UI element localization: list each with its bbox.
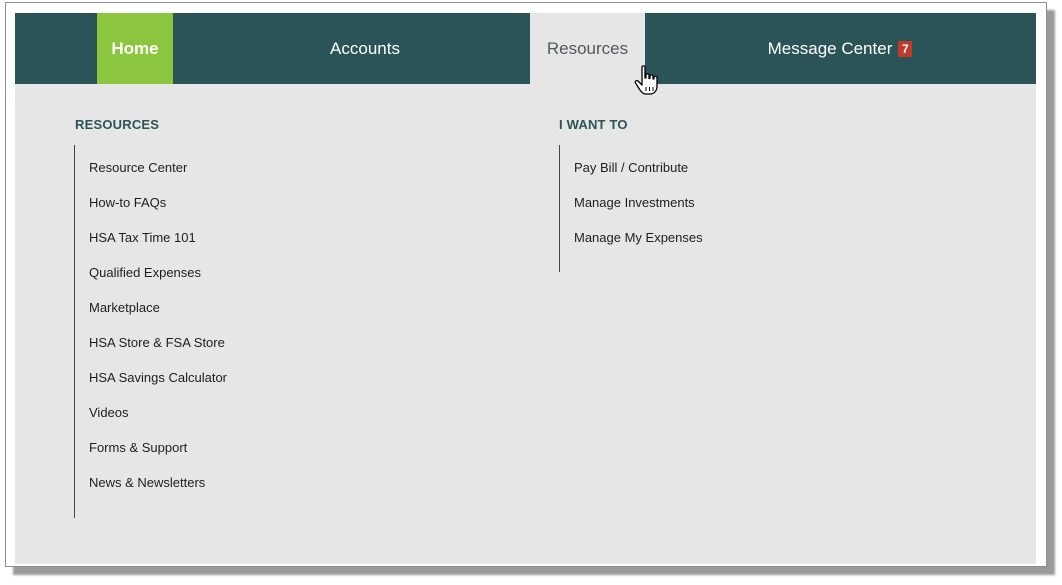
screenshot-frame: Home Accounts Resources Message Center 7… <box>5 2 1047 567</box>
resources-item-qualified-expenses[interactable]: Qualified Expenses <box>75 255 227 290</box>
hand-pointer-icon <box>634 65 658 95</box>
i-want-to-heading: I WANT TO <box>559 117 628 132</box>
i-want-to-item-manage-investments[interactable]: Manage Investments <box>560 185 703 220</box>
resources-dropdown-panel: RESOURCES Resource Center How-to FAQs HS… <box>15 84 1036 564</box>
nav-home-label: Home <box>111 38 159 58</box>
i-want-to-item-pay-bill[interactable]: Pay Bill / Contribute <box>560 150 703 185</box>
resources-item-hsa-savings-calculator[interactable]: HSA Savings Calculator <box>75 360 227 395</box>
nav-resources[interactable]: Resources <box>530 13 645 85</box>
resources-item-videos[interactable]: Videos <box>75 395 227 430</box>
nav-message-center-label: Message Center <box>767 38 893 58</box>
nav-accounts-label: Accounts <box>330 38 400 58</box>
main-nav: Home Accounts Resources Message Center 7 <box>15 13 1036 85</box>
resources-heading: RESOURCES <box>75 117 160 132</box>
message-count-badge: 7 <box>898 40 913 57</box>
resources-item-how-to-faqs[interactable]: How-to FAQs <box>75 185 227 220</box>
resources-item-news-newsletters[interactable]: News & Newsletters <box>75 465 227 500</box>
i-want-to-item-manage-expenses[interactable]: Manage My Expenses <box>560 220 703 255</box>
nav-message-center[interactable]: Message Center 7 <box>695 13 985 84</box>
resources-list: Resource Center How-to FAQs HSA Tax Time… <box>74 145 227 518</box>
nav-resources-label: Resources <box>546 39 629 58</box>
nav-accounts[interactable]: Accounts <box>255 13 475 84</box>
i-want-to-list: Pay Bill / Contribute Manage Investments… <box>559 145 703 272</box>
resources-item-resource-center[interactable]: Resource Center <box>75 150 227 185</box>
resources-item-hsa-tax-time[interactable]: HSA Tax Time 101 <box>75 220 227 255</box>
resources-item-forms-support[interactable]: Forms & Support <box>75 430 227 465</box>
resources-item-marketplace[interactable]: Marketplace <box>75 290 227 325</box>
resources-item-hsa-fsa-store[interactable]: HSA Store & FSA Store <box>75 325 227 360</box>
nav-home[interactable]: Home <box>97 13 173 84</box>
